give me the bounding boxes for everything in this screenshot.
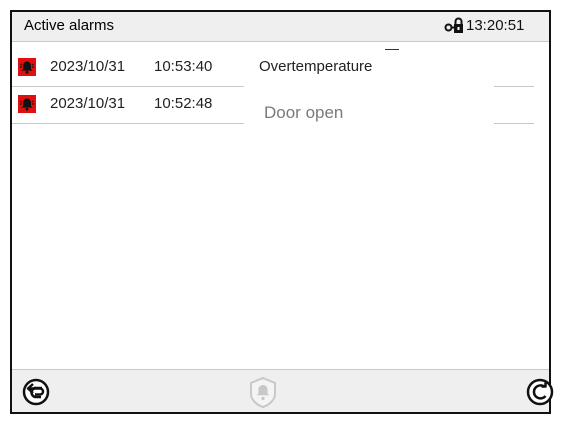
alarm-message: Door open [264, 103, 344, 122]
alarm-screen: Active alarms 13:20:51 2023/10/31 10:53:… [10, 10, 554, 414]
alarm-time: 10:53:40 [154, 58, 213, 75]
footer-bar [12, 369, 554, 412]
alarm-message: Overtemperature [259, 58, 373, 75]
alarm-acknowledge-icon [250, 376, 276, 408]
divider [494, 123, 534, 124]
alarm-time: 10:52:48 [154, 95, 213, 112]
lock-key-icon [444, 17, 463, 33]
divider [12, 86, 244, 87]
divider [385, 49, 399, 50]
alarm-row[interactable]: 2023/10/31 10:53:40 Overtemperature [12, 49, 553, 87]
alarm-date: 2023/10/31 [50, 95, 126, 112]
clock-display: 13:20:51 [466, 17, 525, 34]
refresh-icon[interactable] [526, 378, 554, 406]
alarm-row[interactable]: 2023/10/31 10:52:48 Door open [12, 90, 553, 124]
divider [12, 123, 244, 124]
alarm-date: 2023/10/31 [50, 58, 126, 75]
alarm-bell-icon [18, 95, 36, 113]
header-bar: Active alarms 13:20:51 [12, 12, 549, 42]
back-arrow-icon[interactable] [22, 378, 50, 406]
alarm-bell-icon [18, 58, 36, 76]
divider [494, 86, 534, 87]
page-title: Active alarms [24, 17, 115, 34]
